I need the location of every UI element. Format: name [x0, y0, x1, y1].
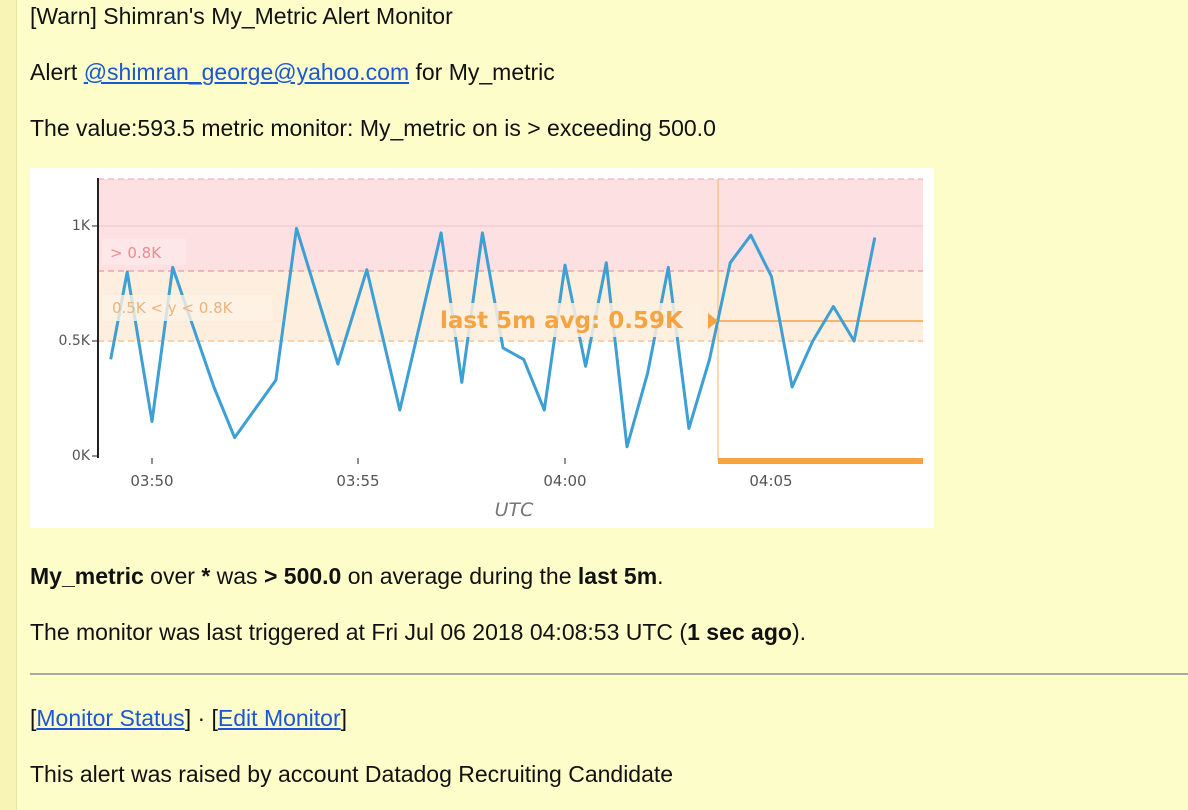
triggered-suffix: ). — [791, 619, 806, 645]
x-axis-label: UTC — [495, 499, 535, 521]
window-bar — [718, 458, 923, 464]
quote-border — [0, 0, 17, 810]
summary-line: My_metric over * was > 500.0 on average … — [30, 562, 664, 590]
value-line: The value:593.5 metric monitor: My_metri… — [30, 115, 716, 141]
edit-monitor-link[interactable]: Edit Monitor — [218, 705, 341, 731]
summary-period: . — [657, 563, 664, 589]
alert-subject: [Warn] Shimran's My_Metric Alert Monitor — [30, 3, 453, 29]
monitor-status-link[interactable]: Monitor Status — [36, 705, 184, 731]
alert-line: Alert @shimran_george@yahoo.com for My_m… — [30, 58, 555, 86]
avg-label: last 5m avg: 0.59K — [440, 308, 684, 334]
threshold-band-red — [98, 179, 923, 271]
summary-window: last 5m — [577, 563, 658, 589]
threshold-label-red: > 0.8K — [110, 244, 162, 262]
summary-condition: > 500.0 — [263, 563, 342, 589]
x-tick-label-0405: 04:05 — [749, 472, 792, 490]
footer-line: This alert was raised by account Datadog… — [30, 761, 674, 787]
alert-suffix: for My_metric — [415, 59, 555, 85]
y-tick-label-0k: 0K — [72, 448, 91, 464]
triggered-prefix: The monitor was last triggered at Fri Ju… — [30, 619, 688, 645]
summary-on-avg: on average during the — [347, 563, 572, 589]
y-tick-label-05k: 0.5K — [59, 333, 91, 349]
triggered-line: The monitor was last triggered at Fri Ju… — [30, 618, 806, 646]
x-tick-label-0355: 03:55 — [336, 472, 379, 490]
bracket-close-2: ] — [340, 705, 348, 731]
summary-metric: My_metric — [30, 563, 144, 589]
alert-prefix: Alert — [30, 59, 78, 85]
y-tick-label-1k: 1K — [72, 218, 91, 234]
chart-svg: 1K 0.5K 0K 03:50 03:55 04:00 04:05 UTC >… — [59, 178, 923, 521]
summary-scope: * — [201, 563, 211, 589]
metric-chart: 1K 0.5K 0K 03:50 03:55 04:00 04:05 UTC >… — [30, 168, 934, 528]
x-tick-label-0350: 03:50 — [130, 472, 173, 490]
mention-link[interactable]: @shimran_george@yahoo.com — [84, 59, 409, 85]
x-tick-label-0400: 04:00 — [543, 472, 586, 490]
link-separator: · — [191, 705, 212, 731]
summary-over: over — [150, 563, 195, 589]
threshold-label-orange: 0.5K < y < 0.8K — [112, 299, 234, 317]
summary-was: was — [216, 563, 258, 589]
triggered-ago: 1 sec ago — [687, 619, 792, 645]
divider — [30, 673, 1188, 675]
links-line: [Monitor Status] · [Edit Monitor] — [30, 704, 347, 732]
